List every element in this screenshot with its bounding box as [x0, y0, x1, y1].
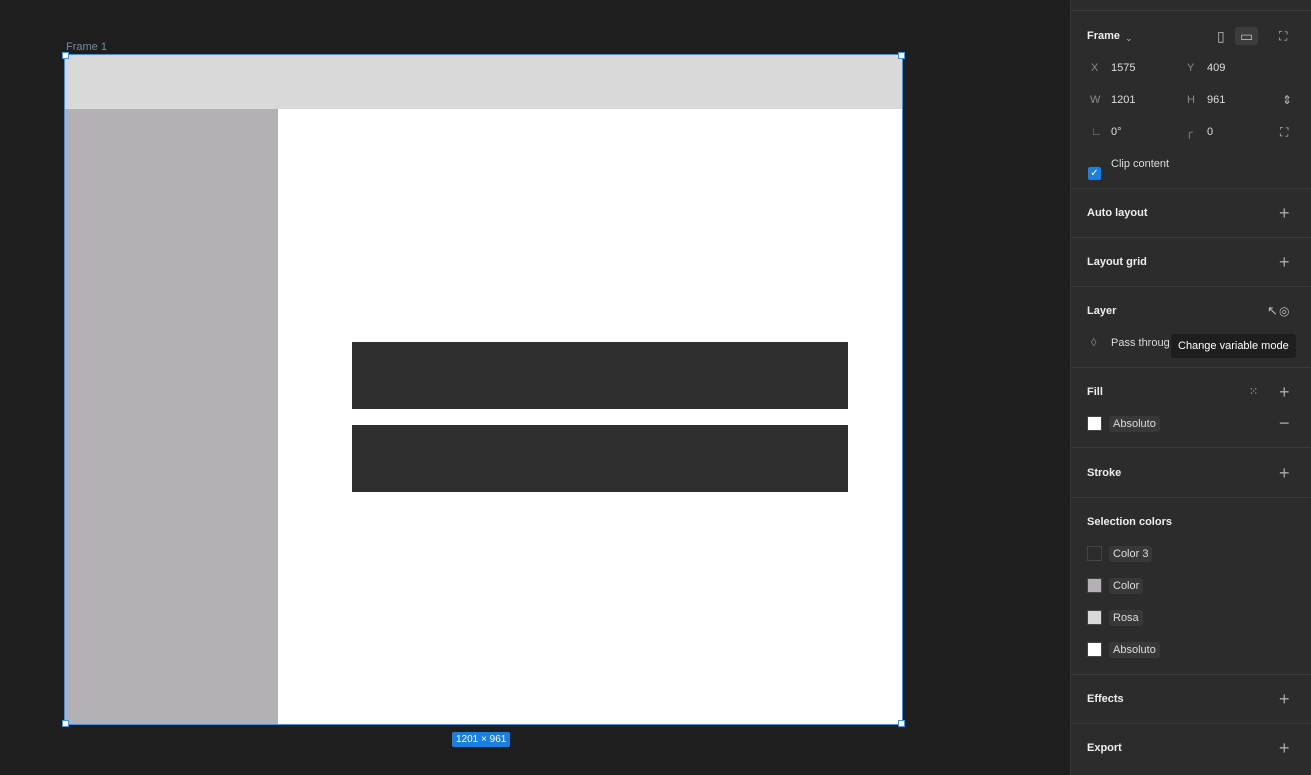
export-section: Export +: [1071, 723, 1311, 775]
chevron-down-icon[interactable]: ⌄: [1125, 31, 1133, 45]
header-rect[interactable]: [65, 55, 902, 109]
landscape-icon[interactable]: ▭: [1235, 27, 1259, 45]
layer-title: Layer: [1087, 305, 1117, 317]
effects-title: Effects: [1087, 693, 1124, 705]
selection-colors-title: Selection colors: [1087, 516, 1172, 528]
effects-section: Effects +: [1071, 674, 1311, 723]
auto-layout-title: Auto layout: [1087, 207, 1148, 219]
h-label: H: [1187, 94, 1195, 106]
corner-radius-input[interactable]: 0: [1207, 126, 1213, 138]
content-bar-2[interactable]: [352, 425, 848, 492]
resize-handle-tl[interactable]: [62, 52, 69, 59]
cursor-icon: ↖: [1267, 303, 1278, 318]
clip-content-checkbox[interactable]: ✓: [1088, 167, 1101, 180]
blend-mode-dropdown[interactable]: Pass throug: [1111, 337, 1170, 349]
constrain-proportions-icon[interactable]: ⇕: [1282, 93, 1292, 107]
color-swatch[interactable]: [1087, 578, 1102, 593]
width-input[interactable]: 1201: [1111, 94, 1135, 106]
x-label: X: [1091, 62, 1099, 74]
w-label: W: [1090, 94, 1101, 106]
remove-fill-icon[interactable]: −: [1279, 414, 1290, 432]
resize-to-fit-icon[interactable]: ⛶: [1279, 29, 1287, 43]
add-layout-grid-icon[interactable]: +: [1279, 253, 1290, 271]
auto-layout-section: Auto layout +: [1071, 188, 1311, 237]
frame-title[interactable]: Frame: [1087, 30, 1120, 42]
frame-name-label[interactable]: Frame 1: [66, 41, 107, 53]
resize-handle-tr[interactable]: [898, 52, 905, 59]
color-swatch[interactable]: [1087, 546, 1102, 561]
clip-content-label: Clip content: [1111, 158, 1170, 170]
color-chip[interactable]: Color: [1109, 578, 1144, 594]
layout-grid-section: Layout grid +: [1071, 237, 1311, 286]
color-swatch[interactable]: [1087, 610, 1102, 625]
fill-section: Fill ⁙ + Absoluto −: [1071, 367, 1311, 447]
fill-title: Fill: [1087, 386, 1103, 398]
add-effect-icon[interactable]: +: [1279, 690, 1290, 708]
color-chip[interactable]: Rosa: [1109, 610, 1143, 626]
styles-grid-icon[interactable]: ⁙: [1249, 385, 1258, 399]
color-chip[interactable]: Color 3: [1109, 546, 1153, 562]
layout-grid-title: Layout grid: [1087, 256, 1147, 268]
sidebar-rect[interactable]: [65, 109, 278, 724]
resize-handle-br[interactable]: [898, 720, 905, 727]
stroke-section: Stroke +: [1071, 447, 1311, 497]
size-badge: 1201 × 961: [452, 732, 511, 747]
height-input[interactable]: 961: [1207, 94, 1225, 106]
tooltip: Change variable mode: [1171, 334, 1296, 358]
corner-radius-icon: ╭: [1186, 127, 1193, 139]
resize-handle-bl[interactable]: [62, 720, 69, 727]
add-auto-layout-icon[interactable]: +: [1279, 204, 1290, 222]
y-input[interactable]: 409: [1207, 62, 1225, 74]
export-title: Export: [1087, 742, 1122, 754]
y-label: Y: [1187, 62, 1195, 74]
fill-variable-chip[interactable]: Absoluto: [1109, 416, 1160, 432]
independent-corners-icon[interactable]: ⛶: [1280, 125, 1288, 139]
color-swatch[interactable]: [1087, 642, 1102, 657]
rotation-icon: ∟: [1091, 126, 1102, 138]
canvas[interactable]: Frame 1 1201 × 961: [0, 0, 1070, 775]
stroke-title: Stroke: [1087, 467, 1122, 479]
frame-1[interactable]: [64, 54, 903, 725]
add-stroke-icon[interactable]: +: [1279, 464, 1290, 482]
x-input[interactable]: 1575: [1111, 62, 1135, 74]
add-export-icon[interactable]: +: [1279, 739, 1290, 757]
rotation-input[interactable]: 0°: [1111, 126, 1122, 138]
portrait-icon[interactable]: ▯: [1217, 29, 1225, 43]
color-chip[interactable]: Absoluto: [1109, 642, 1160, 658]
add-fill-icon[interactable]: +: [1279, 383, 1290, 401]
variable-mode-icon[interactable]: ◎: [1279, 304, 1289, 318]
fill-swatch[interactable]: [1087, 416, 1102, 431]
properties-panel: Frame ⌄ ▯ ▭ ⛶ X 1575 Y 409 W 1201 H 961 …: [1070, 0, 1311, 775]
frame-section: Frame ⌄ ▯ ▭ ⛶ X 1575 Y 409 W 1201 H 961 …: [1071, 10, 1311, 188]
blend-mode-icon: ◊: [1091, 337, 1097, 349]
selection-colors-section: Selection colors Color 3 Color Rosa Abso…: [1071, 497, 1311, 674]
content-bar-1[interactable]: [352, 342, 848, 409]
